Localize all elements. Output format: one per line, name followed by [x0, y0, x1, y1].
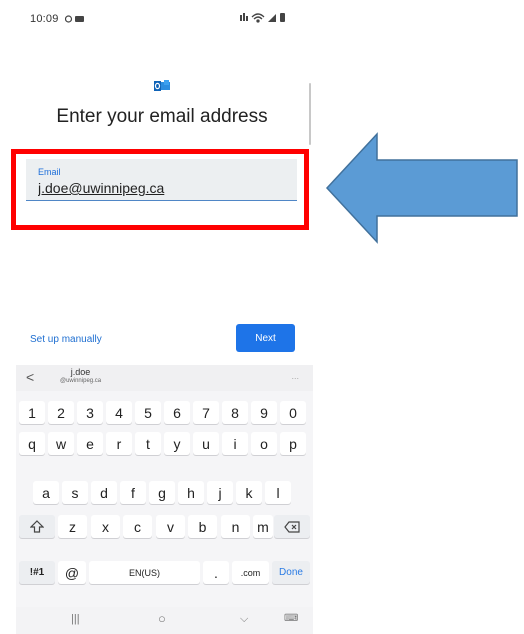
key-l[interactable]: l [265, 481, 291, 504]
key-u[interactable]: u [193, 432, 219, 455]
key-w[interactable]: w [48, 432, 74, 455]
key-9[interactable]: 9 [251, 401, 277, 424]
mute-icon [240, 13, 248, 21]
key-8[interactable]: 8 [222, 401, 248, 424]
backspace-key[interactable] [274, 515, 310, 538]
navigation-bar: ||| ○ ⌵ ⌨ [16, 607, 313, 634]
scrollbar[interactable] [309, 83, 311, 145]
symbols-key[interactable]: !#1 [19, 561, 55, 584]
next-button[interactable]: Next [236, 324, 295, 352]
key-a[interactable]: a [33, 481, 59, 504]
suggestion-more-icon[interactable]: ... [291, 371, 299, 381]
suggestion-back-icon[interactable]: < [26, 369, 34, 385]
left-arrow-icon [325, 132, 518, 244]
key-z[interactable]: z [58, 515, 87, 538]
period-key[interactable]: . [203, 561, 229, 584]
key-y[interactable]: y [164, 432, 190, 455]
at-key[interactable]: @ [58, 561, 86, 584]
on-screen-keyboard: < j.doe @uwinnipeg.ca ... 1 2 3 4 5 6 7 … [16, 365, 313, 634]
key-4[interactable]: 4 [106, 401, 132, 424]
battery-icon [280, 13, 285, 22]
suggestion-line2: @uwinnipeg.ca [60, 378, 102, 384]
key-m[interactable]: m [253, 515, 273, 538]
key-x[interactable]: x [91, 515, 120, 538]
outlook-logo-icon [152, 78, 172, 94]
keyboard-toggle-icon[interactable]: ⌨ [284, 613, 298, 624]
recents-icon[interactable]: ||| [71, 613, 80, 625]
key-t[interactable]: t [135, 432, 161, 455]
key-3[interactable]: 3 [77, 401, 103, 424]
key-f[interactable]: f [120, 481, 146, 504]
key-1[interactable]: 1 [19, 401, 45, 424]
key-c[interactable]: c [123, 515, 152, 538]
key-5[interactable]: 5 [135, 401, 161, 424]
suggestion-line1: j.doe [70, 367, 91, 377]
status-icons [240, 13, 285, 23]
email-field[interactable]: Email [26, 159, 297, 201]
key-k[interactable]: k [236, 481, 262, 504]
key-h[interactable]: h [178, 481, 204, 504]
key-0[interactable]: 0 [280, 401, 306, 424]
suggestion-item[interactable]: j.doe @uwinnipeg.ca [60, 368, 101, 385]
dotcom-key[interactable]: .com [232, 561, 269, 584]
key-7[interactable]: 7 [193, 401, 219, 424]
key-o[interactable]: o [251, 432, 277, 455]
suggestion-bar: < j.doe @uwinnipeg.ca ... [16, 365, 313, 391]
key-r[interactable]: r [106, 432, 132, 455]
status-notification-icons [64, 15, 84, 23]
status-time-text: 10:09 [30, 13, 59, 25]
backspace-icon [284, 520, 300, 533]
key-6[interactable]: 6 [164, 401, 190, 424]
key-v[interactable]: v [156, 515, 185, 538]
back-icon[interactable]: ⌵ [240, 613, 248, 626]
page-title: Enter your email address [56, 106, 268, 127]
key-s[interactable]: s [62, 481, 88, 504]
shift-key[interactable] [19, 515, 55, 538]
email-label: Email [38, 167, 61, 177]
key-d[interactable]: d [91, 481, 117, 504]
key-q[interactable]: q [19, 432, 45, 455]
status-time: 10:09 [30, 13, 87, 25]
key-2[interactable]: 2 [48, 401, 74, 424]
key-i[interactable]: i [222, 432, 248, 455]
key-b[interactable]: b [188, 515, 217, 538]
done-key[interactable]: Done [272, 561, 310, 584]
shift-icon [30, 519, 44, 533]
wifi-icon [251, 13, 265, 23]
key-e[interactable]: e [77, 432, 103, 455]
key-n[interactable]: n [221, 515, 250, 538]
space-key[interactable]: EN(US) [89, 561, 200, 584]
email-input[interactable] [38, 177, 278, 199]
set-up-manually-link[interactable]: Set up manually [30, 334, 102, 345]
key-j[interactable]: j [207, 481, 233, 504]
signal-icon [268, 14, 276, 22]
home-icon[interactable]: ○ [158, 611, 166, 626]
key-g[interactable]: g [149, 481, 175, 504]
key-p[interactable]: p [280, 432, 306, 455]
